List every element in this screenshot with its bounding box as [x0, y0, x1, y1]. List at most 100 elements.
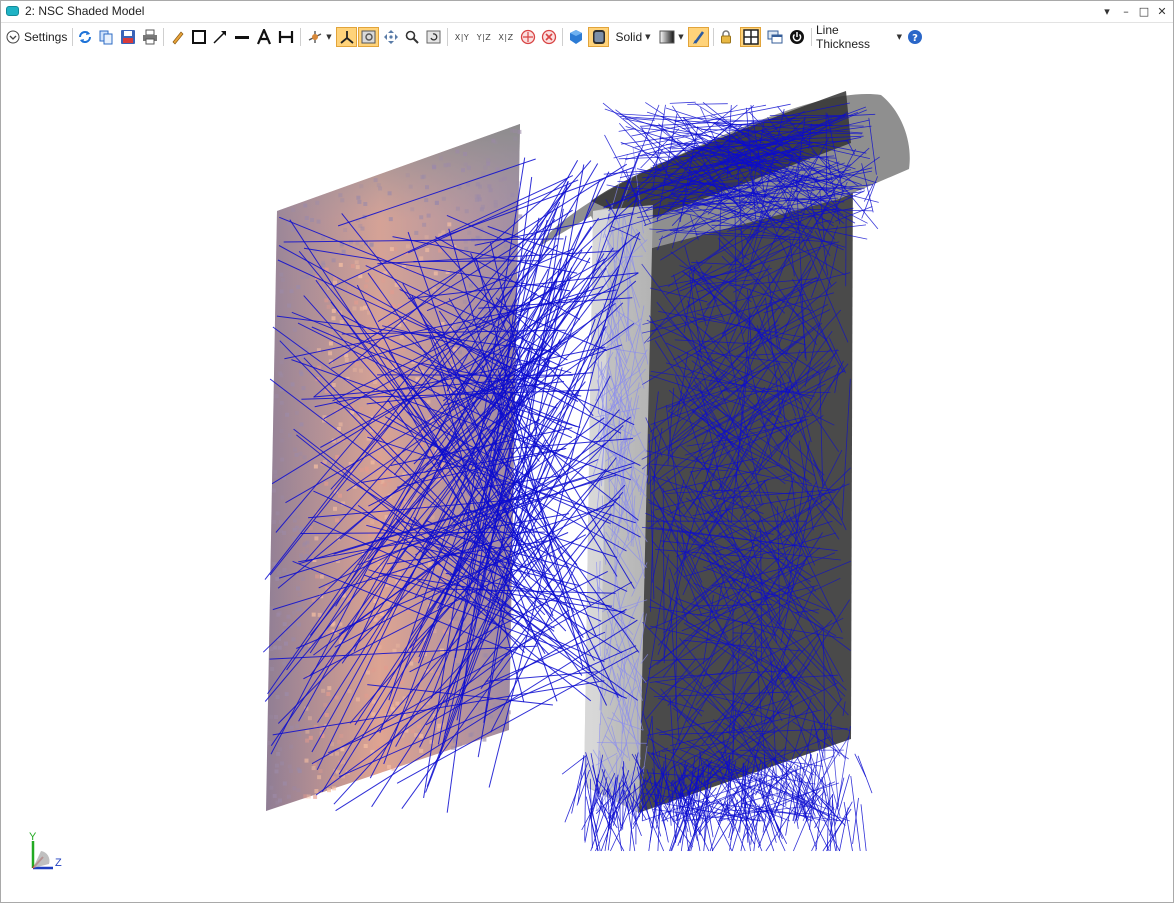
reset-view-button[interactable] [425, 27, 443, 47]
clear-icon [541, 29, 557, 45]
help-button[interactable]: ? [906, 27, 924, 47]
irradiance-pixel [416, 724, 421, 729]
irradiance-pixel [295, 607, 300, 612]
irradiance-pixel [326, 304, 331, 309]
irradiance-pixel [491, 138, 496, 143]
maximize-button[interactable]: □ [1135, 3, 1153, 20]
irradiance-pixel [466, 165, 471, 170]
view-lock-button[interactable] [358, 27, 379, 47]
draw-text-button[interactable] [255, 27, 273, 47]
irradiance-pixel [474, 194, 479, 199]
draw-arrow-button[interactable] [211, 27, 229, 47]
irradiance-pixel [355, 697, 360, 702]
irradiance-pixel [468, 720, 473, 725]
irradiance-pixel [298, 451, 303, 456]
irradiance-pixel [276, 612, 281, 617]
draw-pencil-button[interactable] [169, 27, 187, 47]
draw-mode-label: Solid [615, 30, 643, 44]
clear-rays-button[interactable] [540, 27, 558, 47]
lock-button[interactable] [717, 27, 735, 47]
toolbar-separator [562, 28, 563, 46]
3d-viewport[interactable]: Y Z [1, 51, 1173, 902]
irradiance-pixel [332, 786, 336, 791]
settings-button[interactable]: Settings [6, 27, 70, 47]
save-button[interactable] [119, 27, 137, 47]
irradiance-pixel [273, 645, 278, 650]
floating-window-button[interactable] [766, 27, 784, 47]
irradiance-pixel [503, 244, 508, 249]
irradiance-pixel [341, 249, 346, 254]
irradiance-pixel [280, 438, 285, 443]
print-button[interactable] [141, 27, 159, 47]
copy-button[interactable] [97, 27, 115, 47]
irradiance-pixel [373, 178, 378, 183]
irradiance-pixel [296, 732, 301, 737]
zoom-button[interactable] [403, 27, 421, 47]
irradiance-pixel [290, 227, 295, 232]
draw-rectangle-button[interactable] [190, 27, 208, 47]
irradiance-pixel [370, 520, 375, 525]
irradiance-pixel [363, 202, 368, 206]
irradiance-pixel [296, 285, 301, 289]
draw-line-button[interactable] [233, 27, 251, 47]
ray-segment [669, 101, 696, 104]
draw-mode-dropdown[interactable]: Solid ▼ [613, 27, 653, 47]
ray-filter-button[interactable] [519, 27, 537, 47]
window-layout-button[interactable] [740, 27, 761, 47]
irradiance-pixel [310, 218, 314, 222]
irradiance-pixel [381, 278, 386, 283]
show-objects-button[interactable] [567, 27, 585, 47]
irradiance-pixel [311, 766, 316, 771]
view-xz-button[interactable]: X|Z [496, 27, 516, 47]
minimize-button[interactable]: – [1117, 3, 1135, 20]
irradiance-pixel [295, 350, 299, 355]
irradiance-pixel [439, 156, 443, 161]
close-button[interactable]: ✕ [1153, 3, 1171, 20]
view-yz-button[interactable]: Y|Z [474, 27, 494, 47]
irradiance-pixel [464, 246, 469, 251]
irradiance-pixel [377, 513, 382, 518]
irradiance-pixel [296, 586, 300, 591]
auto-apply-button[interactable] [688, 27, 709, 47]
help-icon: ? [908, 30, 922, 44]
irradiance-pixel [279, 400, 284, 405]
ray-segment [645, 102, 665, 116]
pan-button[interactable] [382, 27, 400, 47]
ray-segment [854, 753, 867, 777]
irradiance-pixel [347, 285, 352, 290]
window-menu-dropdown-button[interactable]: ▾ [1098, 3, 1116, 20]
irradiance-pixel [370, 668, 375, 673]
irradiance-pixel [354, 300, 359, 305]
irradiance-pixel [288, 433, 292, 438]
svg-text:?: ? [912, 33, 918, 44]
irradiance-pixel [486, 158, 491, 163]
shaded-mode-button[interactable] [588, 27, 609, 47]
irradiance-pixel [274, 769, 279, 774]
background-dropdown-button[interactable]: ▼ [658, 27, 685, 47]
irradiance-pixel [302, 542, 306, 547]
irradiance-pixel [360, 226, 365, 231]
rotate-dropdown-button[interactable]: ▼ [306, 27, 333, 47]
dimension-icon [278, 31, 294, 43]
irradiance-pixel [357, 199, 362, 204]
irradiance-pixel [478, 676, 482, 681]
view-xy-button[interactable]: X|Y [452, 27, 472, 47]
nsc-3d-scene[interactable] [1, 51, 1173, 902]
power-button[interactable] [788, 27, 806, 47]
irradiance-pixel [296, 515, 301, 519]
irradiance-pixel [274, 715, 278, 719]
irradiance-pixel [466, 182, 470, 187]
line-thickness-dropdown[interactable]: Line Thickness ▼ [816, 23, 902, 51]
irradiance-pixel [331, 308, 336, 313]
irradiance-pixel [331, 316, 336, 321]
irradiance-pixel [289, 769, 293, 773]
axes-toggle-button[interactable] [336, 27, 357, 47]
irradiance-pixel [281, 733, 286, 738]
refresh-button[interactable] [76, 27, 94, 47]
irradiance-pixel [333, 506, 337, 511]
draw-dimension-button[interactable] [277, 27, 295, 47]
irradiance-pixel [294, 410, 299, 415]
irradiance-pixel [367, 506, 372, 511]
triad-rotation-wedge [33, 851, 50, 868]
irradiance-pixel [327, 686, 332, 691]
